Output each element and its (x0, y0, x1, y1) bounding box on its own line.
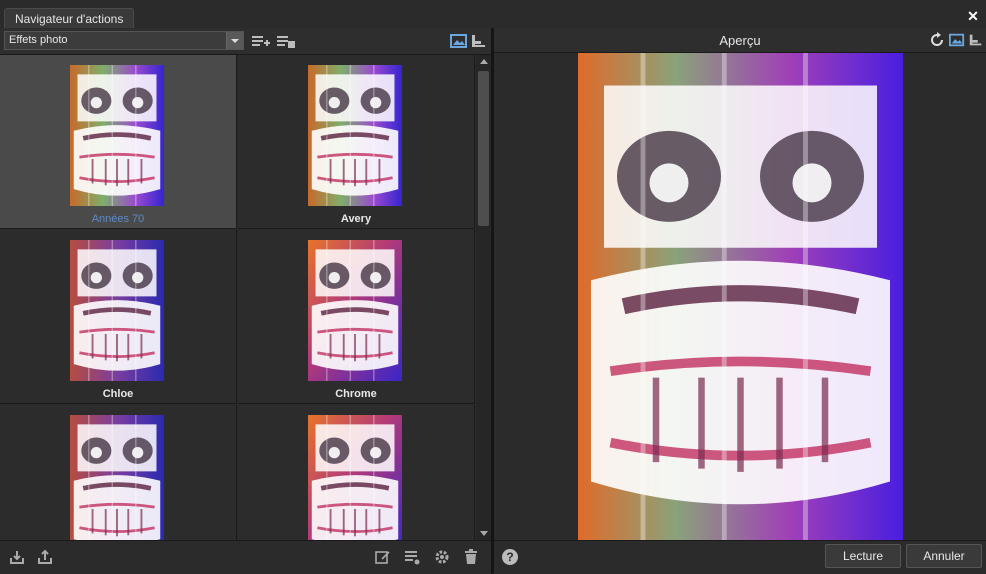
actions-panel: Effets photo Années 70 Avery Chloe Chrom… (0, 28, 491, 574)
scroll-down-icon[interactable] (480, 531, 488, 536)
action-item[interactable] (238, 405, 475, 540)
action-label: Chloe (102, 388, 134, 400)
action-thumbnail (308, 65, 402, 206)
actions-toolbar: Effets photo (0, 28, 491, 55)
category-select-value: Effets photo (9, 34, 68, 46)
list-view-icon[interactable] (968, 32, 984, 48)
trash-icon[interactable] (463, 549, 479, 565)
preview-title: Aperçu (719, 33, 761, 48)
chevron-down-icon[interactable] (226, 32, 243, 49)
action-thumbnail (70, 415, 164, 540)
actions-grid: Années 70 Avery Chloe Chrome (0, 55, 476, 540)
scroll-thumb[interactable] (478, 71, 489, 226)
action-label: Avery (340, 213, 372, 225)
window-tab[interactable]: Navigateur d'actions (4, 8, 135, 29)
action-item[interactable]: Années 70 (0, 55, 237, 229)
add-to-list-icon[interactable] (252, 33, 270, 49)
image-view-icon[interactable] (949, 32, 965, 48)
share-icon[interactable] (37, 549, 53, 565)
preview-image (578, 53, 903, 540)
edit-icon[interactable] (375, 549, 391, 565)
image-view-icon[interactable] (450, 33, 468, 49)
action-label: Chrome (335, 388, 377, 400)
action-thumbnail (308, 240, 402, 381)
refresh-icon[interactable] (929, 32, 945, 48)
category-select[interactable]: Effets photo (4, 31, 244, 50)
action-item[interactable]: Avery (238, 55, 475, 229)
gear-icon[interactable] (434, 549, 450, 565)
action-label: Années 70 (91, 213, 145, 225)
action-item[interactable] (0, 405, 237, 540)
actions-bottom-bar (0, 540, 491, 574)
close-icon[interactable]: ✕ (966, 9, 980, 23)
actions-scrollbar[interactable] (476, 55, 491, 540)
import-icon[interactable] (9, 549, 25, 565)
title-bar: Navigateur d'actions ✕ (0, 0, 986, 29)
action-thumbnail (308, 415, 402, 540)
play-button[interactable]: Lecture (825, 544, 901, 568)
cancel-button[interactable]: Annuler (906, 544, 982, 568)
action-thumbnail (70, 240, 164, 381)
help-icon[interactable]: ? (502, 549, 518, 565)
action-item[interactable]: Chrome (238, 230, 475, 404)
preview-header: Aperçu (494, 28, 986, 53)
preview-bottom-bar: ? Lecture Annuler (494, 540, 986, 574)
action-thumbnail (70, 65, 164, 206)
list-view-icon[interactable] (470, 33, 488, 49)
list-settings-icon[interactable] (404, 549, 420, 565)
preview-panel: Aperçu ? Lecture Annuler (494, 28, 986, 574)
remove-from-list-icon[interactable] (277, 33, 295, 49)
scroll-up-icon[interactable] (480, 59, 488, 64)
action-item[interactable]: Chloe (0, 230, 237, 404)
